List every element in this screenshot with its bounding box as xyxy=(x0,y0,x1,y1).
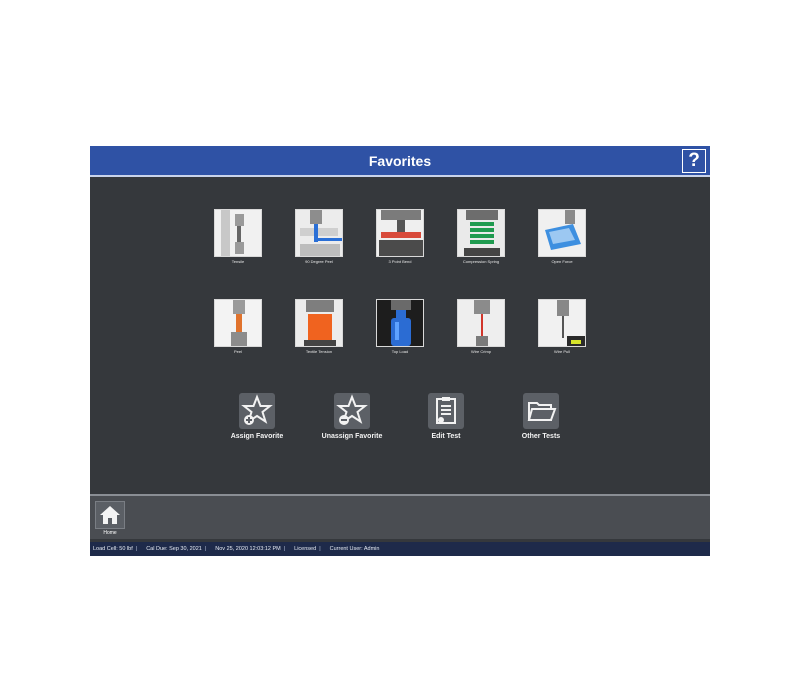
favorite-label: Wire Crimp xyxy=(471,349,491,354)
license-status: Licensed xyxy=(294,546,317,552)
favorite-label: 90 Degree Peel xyxy=(305,259,333,264)
bottom-nav-bar: Home xyxy=(90,494,710,539)
edit-test-label: Edit Test xyxy=(431,433,461,440)
status-separator: | xyxy=(319,546,321,552)
favorite-label: Wire Pull xyxy=(553,349,570,354)
other-tests-button[interactable]: Other Tests xyxy=(498,393,584,440)
other-tests-label: Other Tests xyxy=(521,433,561,440)
load-cell-status: Load Cell: 50 lbf xyxy=(93,546,133,552)
favorite-tile-wire-crimp[interactable]: Wire Crimp xyxy=(450,299,512,354)
wire-crimp-icon xyxy=(457,299,505,347)
clipboard-edit-icon xyxy=(428,393,464,429)
favorite-label: Tensile xyxy=(231,259,245,264)
star-plus-icon xyxy=(239,393,275,429)
favorite-tile-textile-tension[interactable]: Textile Tension xyxy=(288,299,350,354)
wire-pull-icon xyxy=(538,299,586,347)
open-force-icon xyxy=(538,209,586,257)
favorite-label: Peel xyxy=(233,349,242,354)
status-separator: | xyxy=(135,546,138,552)
favorite-tile-tensile[interactable]: Tensile xyxy=(207,209,269,264)
peel-test-icon xyxy=(295,209,343,257)
spring-test-icon xyxy=(457,209,505,257)
favorite-label: Open Force xyxy=(551,259,573,264)
favorite-tile-wire-pull[interactable]: Wire Pull xyxy=(531,299,593,354)
page-title: Favorites xyxy=(368,153,432,169)
favorite-tile-compression-spring[interactable]: Compression Spring xyxy=(450,209,512,264)
current-user-status: Current User: Admin xyxy=(329,546,380,552)
home-label: Home xyxy=(103,530,117,536)
title-bar: Favorites ? xyxy=(90,146,710,177)
bend-test-icon xyxy=(376,209,424,257)
favorite-label: Textile Tension xyxy=(305,349,333,354)
unassign-favorite-label: Unassign Favorite xyxy=(321,433,383,440)
tensile-test-icon xyxy=(214,209,262,257)
cal-due-status: Cal Due: Sep 30, 2021 xyxy=(146,546,202,552)
status-separator: | xyxy=(204,546,207,552)
textile-tension-icon xyxy=(295,299,343,347)
app-window: Favorites ? Tensile 90 Degree Peel 3 Poi… xyxy=(90,146,710,556)
datetime-status: Nov 25, 2020 12:03:12 PM xyxy=(215,546,281,552)
home-button[interactable] xyxy=(95,501,125,529)
status-bar: Load Cell: 50 lbf | Cal Due: Sep 30, 2021 |… xyxy=(90,542,710,556)
unassign-favorite-button[interactable]: Unassign Favorite xyxy=(309,393,395,440)
edit-test-button[interactable]: Edit Test xyxy=(403,393,489,440)
peel-icon xyxy=(214,299,262,347)
status-separator: | xyxy=(283,546,286,552)
favorite-label: 3 Point Bend xyxy=(388,259,412,264)
top-load-icon xyxy=(376,299,424,347)
assign-favorite-button[interactable]: Assign Favorite xyxy=(214,393,300,440)
star-minus-icon xyxy=(334,393,370,429)
favorite-tile-open-force[interactable]: Open Force xyxy=(531,209,593,264)
help-button[interactable]: ? xyxy=(682,149,706,173)
favorite-tile-3-point-bend[interactable]: 3 Point Bend xyxy=(369,209,431,264)
favorite-tile-90-degree-peel[interactable]: 90 Degree Peel xyxy=(288,209,350,264)
assign-favorite-label: Assign Favorite xyxy=(230,433,284,440)
home-icon xyxy=(100,506,120,524)
favorite-tile-top-load[interactable]: Top Load xyxy=(369,299,431,354)
favorite-label: Compression Spring xyxy=(462,259,500,264)
favorite-label: Top Load xyxy=(391,349,409,354)
folder-open-icon xyxy=(523,393,559,429)
favorite-tile-peel[interactable]: Peel xyxy=(207,299,269,354)
